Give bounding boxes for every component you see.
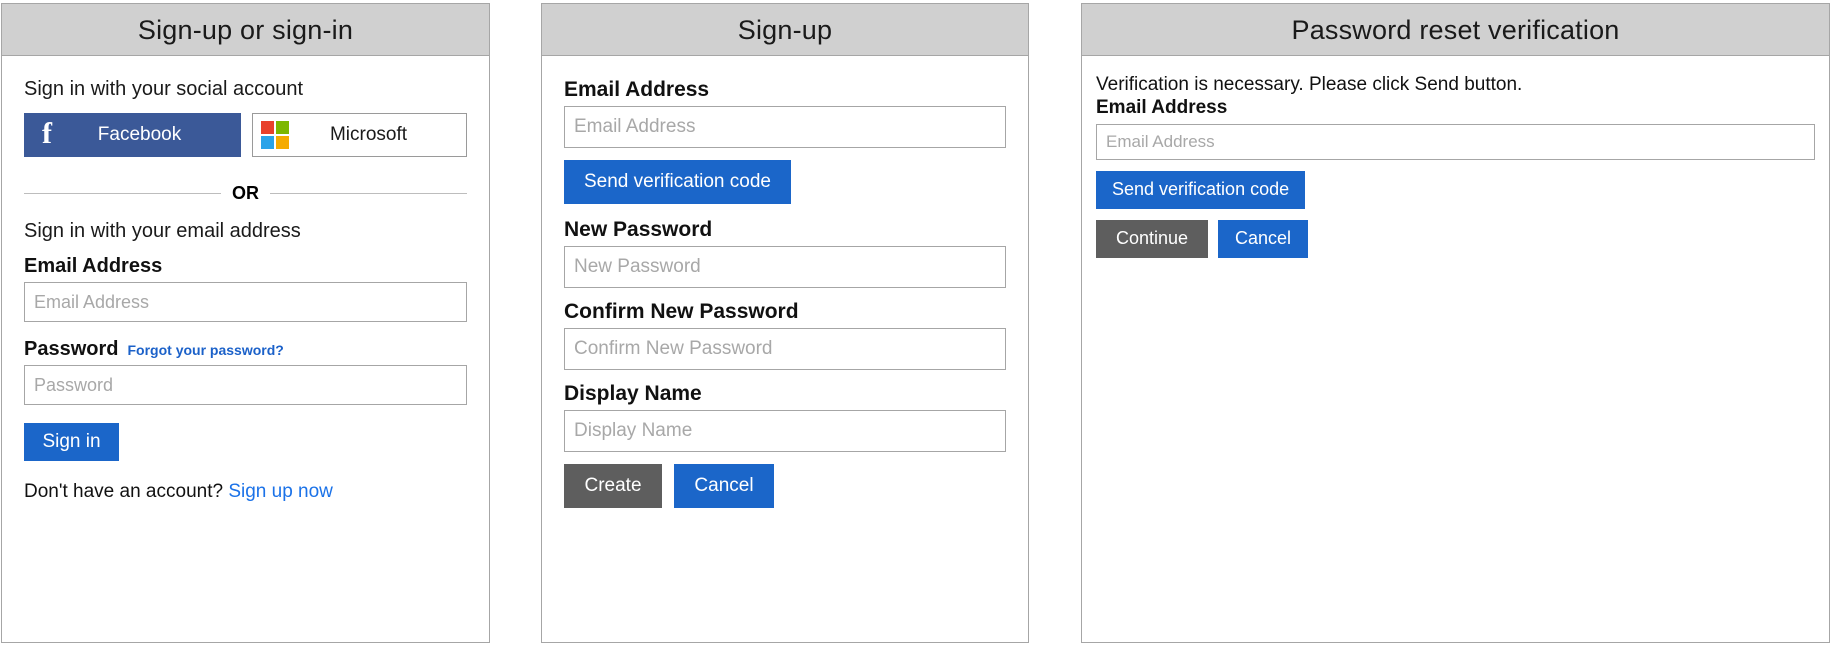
microsoft-logo-icon (253, 121, 297, 149)
signup-confirm-password-label: Confirm New Password (564, 300, 799, 323)
password-reset-panel-title: Password reset verification (1082, 4, 1829, 56)
signup-panel-body: Email Address Email Address Send verific… (542, 56, 1028, 508)
facebook-signin-button[interactable]: f Facebook (24, 113, 241, 157)
signup-confirm-password-input[interactable]: Confirm New Password (564, 328, 1006, 370)
signup-confirm-password-placeholder: Confirm New Password (574, 338, 773, 359)
signup-prompt-text: Don't have an account? (24, 481, 224, 502)
facebook-f-icon: f (42, 117, 52, 150)
signup-display-name-label: Display Name (564, 382, 702, 405)
signin-panel: Sign-up or sign-in Sign in with your soc… (1, 3, 490, 643)
email-signin-heading: Sign in with your email address (24, 220, 301, 242)
reset-cancel-button[interactable]: Cancel (1218, 219, 1308, 258)
signup-display-name-placeholder: Display Name (574, 420, 693, 441)
social-account-heading: Sign in with your social account (24, 78, 304, 100)
forgot-password-link[interactable]: Forgot your password? (127, 342, 283, 358)
signup-email-input[interactable]: Email Address (564, 106, 1006, 148)
password-label-row: Password Forgot your password? (24, 338, 467, 361)
microsoft-button-label: Microsoft (329, 124, 408, 145)
reset-email-label: Email Address (1096, 96, 1228, 118)
password-reset-panel-body: Verification is necessary. Please click … (1082, 56, 1829, 258)
send-verification-code-button[interactable]: Send verification code (564, 160, 791, 204)
verification-note: Verification is necessary. Please click … (1096, 74, 1523, 95)
sign-up-now-link[interactable]: Sign up now (228, 481, 333, 502)
reset-email-placeholder: Email Address (1106, 131, 1215, 151)
signin-email-placeholder: Email Address (34, 291, 150, 312)
signin-password-label: Password (24, 338, 119, 360)
signup-email-label: Email Address (564, 78, 710, 101)
signin-panel-body: Sign in with your social account f Faceb… (2, 56, 489, 503)
microsoft-signin-button[interactable]: Microsoft (251, 113, 467, 157)
screenshot-root: Sign-up or sign-in Sign in with your soc… (0, 0, 1831, 646)
signup-button-row: Create Cancel (564, 464, 1006, 508)
password-reset-panel: Password reset verification Verification… (1081, 3, 1830, 643)
reset-send-verification-code-button[interactable]: Send verification code (1096, 170, 1306, 209)
signin-password-placeholder: Password (34, 374, 114, 395)
signup-new-password-input[interactable]: New Password (564, 246, 1006, 288)
or-divider-label: OR (232, 183, 259, 203)
divider-rule-left (24, 193, 221, 194)
signin-email-label: Email Address (24, 255, 163, 277)
sign-in-button[interactable]: Sign in (24, 423, 119, 461)
signup-display-name-input[interactable]: Display Name (564, 410, 1006, 452)
signin-panel-title: Sign-up or sign-in (2, 4, 489, 56)
divider-rule-right (270, 193, 467, 194)
reset-email-input[interactable]: Email Address (1096, 123, 1815, 160)
signup-panel: Sign-up Email Address Email Address Send… (541, 3, 1029, 643)
reset-button-row: Continue Cancel (1096, 219, 1815, 258)
signup-new-password-placeholder: New Password (574, 256, 701, 277)
social-buttons-row: f Facebook Microsoft (24, 113, 467, 157)
signin-email-input[interactable]: Email Address (24, 282, 467, 322)
cancel-button[interactable]: Cancel (674, 464, 774, 508)
signup-new-password-label: New Password (564, 218, 713, 241)
facebook-button-label: Facebook (97, 124, 182, 145)
signin-password-input[interactable]: Password (24, 365, 467, 405)
or-divider: OR (24, 183, 467, 204)
continue-button[interactable]: Continue (1096, 219, 1208, 258)
signup-prompt-row: Don't have an account? Sign up now (24, 481, 467, 503)
signup-email-placeholder: Email Address (574, 116, 696, 137)
signup-panel-title: Sign-up (542, 4, 1028, 56)
create-button[interactable]: Create (564, 464, 662, 508)
